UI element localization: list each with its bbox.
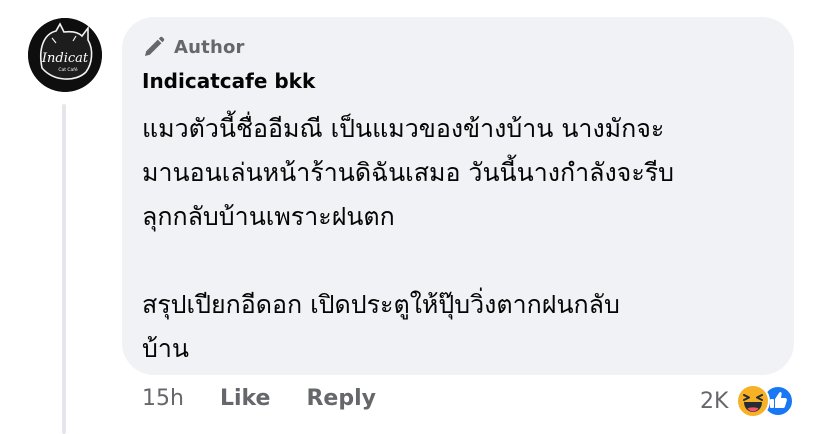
pen-icon [145,36,165,56]
haha-icon [736,384,771,418]
comment-author-name[interactable]: Indicatcafe bkk [142,69,315,93]
comment-timestamp[interactable]: 15h [142,386,184,411]
comment-bubble: Author Indicatcafe bkk แมวตัวนี้ชื่ออีมณ… [122,17,794,375]
comment-text: แมวตัวนี้ชื่ออีมณี เป็นแมวของข้างบ้าน นา… [142,114,675,363]
like-button[interactable]: Like [220,386,271,411]
reactions-summary[interactable]: 2K [700,384,800,418]
cat-logo-icon: Indicat Cat Café [28,18,102,92]
avatar-logo-subtext: Cat Café [58,66,78,73]
author-badge-label: Author [174,36,245,58]
reply-button[interactable]: Reply [306,386,376,411]
avatar[interactable]: Indicat Cat Café [28,18,102,92]
reaction-icons[interactable] [736,384,800,418]
reaction-count[interactable]: 2K [700,389,728,414]
avatar-logo-text: Indicat [41,51,89,66]
comment-actions: 15h Like Reply [142,386,376,411]
author-badge: Author [142,35,245,59]
thread-line [62,104,66,434]
